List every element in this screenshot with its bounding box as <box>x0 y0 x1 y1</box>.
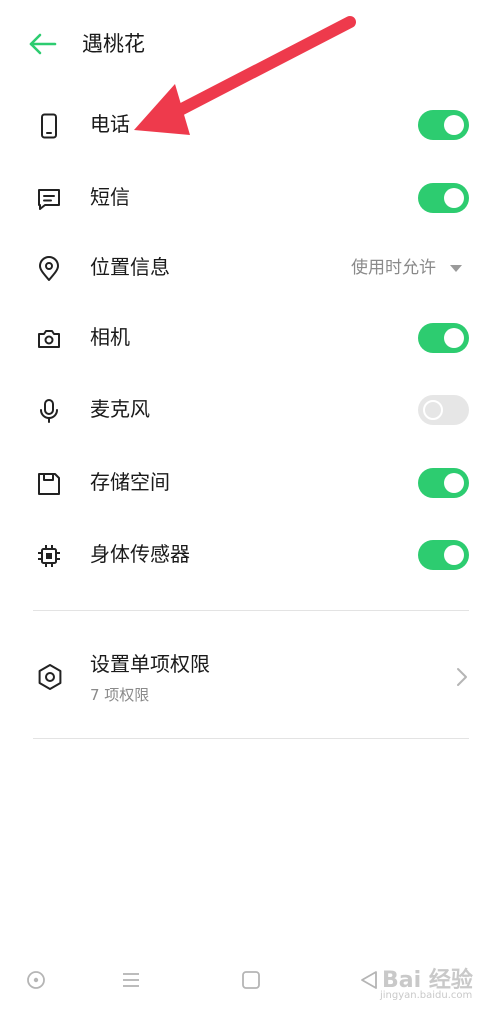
back-nav-icon[interactable] <box>356 967 382 993</box>
dropdown-value: 使用时允许 <box>351 258 436 278</box>
permission-label: 身体传感器 <box>90 542 190 566</box>
microphone-toggle[interactable] <box>418 395 469 425</box>
divider <box>33 738 469 739</box>
location-dropdown[interactable]: 使用时允许 <box>351 255 462 281</box>
permission-row-phone[interactable]: 电话 <box>0 90 500 160</box>
sms-toggle[interactable] <box>418 183 469 213</box>
divider <box>33 610 469 611</box>
microphone-icon <box>40 399 58 423</box>
permission-label: 短信 <box>90 185 130 209</box>
menu-nav-icon[interactable] <box>118 967 144 993</box>
permission-row-camera[interactable]: 相机 <box>0 303 500 373</box>
message-icon <box>38 189 60 210</box>
permission-row-microphone[interactable]: 麦克风 <box>0 375 500 445</box>
single-permission-settings[interactable]: 设置单项权限 7 项权限 <box>0 630 500 720</box>
body-sensors-toggle[interactable] <box>418 540 469 570</box>
single-permission-title: 设置单项权限 <box>90 652 210 676</box>
assistant-nav-icon[interactable] <box>23 967 49 993</box>
settings-hexagon-icon <box>38 664 62 690</box>
permission-row-sms[interactable]: 短信 <box>0 163 500 233</box>
permission-label: 电话 <box>90 112 130 136</box>
permission-label: 位置信息 <box>90 255 170 279</box>
camera-icon <box>38 330 60 348</box>
location-icon <box>39 256 59 281</box>
page-title: 遇桃花 <box>82 32 145 56</box>
system-nav-bar <box>0 955 500 1005</box>
permission-row-location[interactable]: 位置信息 使用时允许 <box>0 233 500 303</box>
single-permission-count: 7 项权限 <box>90 686 150 704</box>
storage-icon <box>38 473 60 495</box>
permission-row-body-sensors[interactable]: 身体传感器 <box>0 520 500 590</box>
permission-row-storage[interactable]: 存储空间 <box>0 448 500 518</box>
home-nav-icon[interactable] <box>238 967 264 993</box>
permission-label: 麦克风 <box>90 397 150 421</box>
storage-toggle[interactable] <box>418 468 469 498</box>
chevron-right-icon <box>457 668 467 686</box>
camera-toggle[interactable] <box>418 323 469 353</box>
permission-label: 存储空间 <box>90 470 170 494</box>
header: 遇桃花 <box>0 0 500 90</box>
phone-toggle[interactable] <box>418 110 469 140</box>
permission-label: 相机 <box>90 325 130 349</box>
caret-down-icon <box>450 264 462 272</box>
back-arrow-icon[interactable] <box>26 30 60 58</box>
sensor-icon <box>38 545 60 567</box>
phone-icon <box>41 113 57 139</box>
